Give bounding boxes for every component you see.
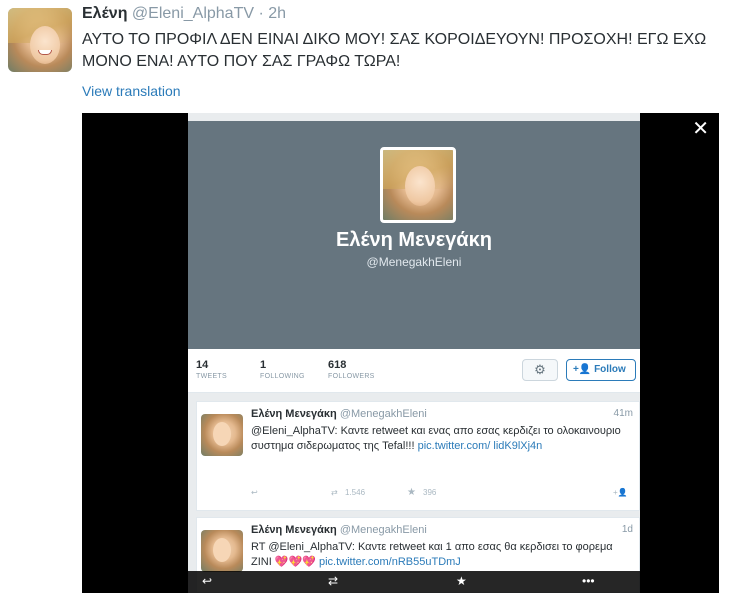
favorite-count: 396 bbox=[423, 488, 437, 497]
post-author-name: Ελένη Μενεγάκη bbox=[251, 408, 337, 420]
follow-icon: +👤 bbox=[613, 488, 628, 497]
media-viewer[interactable]: ✕ Ελένη Μενεγάκη @MenegakhEleni 14 TWEET… bbox=[82, 113, 719, 593]
stat-following-count: 1 bbox=[260, 359, 267, 371]
profile-name: Ελένη Μενεγάκη bbox=[336, 229, 492, 251]
author-avatar[interactable] bbox=[8, 8, 72, 72]
post-link: pic.twitter.com/nRB55uTDmJ bbox=[318, 556, 461, 568]
post-link: pic.twitter.com/ lidK9lXj4n bbox=[417, 440, 543, 452]
post-header: Ελένη Μενεγάκη @MenegakhEleni bbox=[251, 408, 427, 420]
screenshot-image: Ελένη Μενεγάκη @MenegakhEleni 14 TWEETS … bbox=[188, 113, 640, 593]
post-time: 41m bbox=[613, 408, 633, 419]
author-name[interactable]: Ελένη bbox=[82, 5, 127, 22]
tweet-text: ΑΥΤΟ ΤΟ ΠΡΟΦΙΛ ΔΕΝ ΕΙΝΑΙ ΔΙΚΟ ΜΟΥ! ΣΑΣ Κ… bbox=[82, 31, 707, 70]
stat-following: 1 FOLLOWING bbox=[260, 359, 305, 380]
view-translation-link[interactable]: View translation bbox=[82, 83, 181, 99]
post-avatar bbox=[201, 530, 243, 572]
post-avatar-face bbox=[213, 422, 231, 446]
profile-banner: Ελένη Μενεγάκη @MenegakhEleni bbox=[188, 121, 640, 349]
retweet-icon: ⇄ bbox=[328, 574, 339, 588]
stat-tweets: 14 TWEETS bbox=[196, 359, 227, 380]
stat-tweets-count: 14 bbox=[196, 359, 209, 371]
stat-followers-label: FOLLOWERS bbox=[328, 373, 375, 380]
close-icon[interactable]: ✕ bbox=[692, 119, 709, 139]
avatar-face bbox=[30, 26, 60, 64]
post-text: @Eleni_AlphaTV: Καντε retweet και ενας α… bbox=[251, 424, 631, 454]
post-avatar-face bbox=[213, 538, 231, 562]
star-icon: ★ bbox=[456, 574, 467, 588]
stat-following-label: FOLLOWING bbox=[260, 373, 305, 380]
tweet-time[interactable]: 2h bbox=[268, 5, 286, 22]
stat-tweets-label: TWEETS bbox=[196, 373, 227, 380]
profile-stats: 14 TWEETS 1 FOLLOWING 618 FOLLOWERS ⚙ +👤… bbox=[188, 349, 640, 393]
post-text: RT @Eleni_AlphaTV: Καντε retweet και 1 α… bbox=[251, 540, 631, 570]
post-author-name: Ελένη Μενεγάκη bbox=[251, 524, 337, 536]
profile-avatar bbox=[380, 147, 456, 223]
more-icon: ••• bbox=[582, 574, 595, 588]
post-author-handle: @MenegakhEleni bbox=[339, 524, 427, 536]
stat-followers-count: 618 bbox=[328, 359, 347, 371]
follow-button: +👤 Follow bbox=[566, 359, 636, 381]
post-header: Ελένη Μενεγάκη @MenegakhEleni bbox=[251, 524, 427, 536]
reply-icon: ↩ bbox=[251, 488, 258, 497]
star-icon: ★ bbox=[407, 487, 416, 498]
retweet-icon: ⇄ bbox=[331, 488, 338, 497]
retweet-count: 1.546 bbox=[345, 488, 366, 497]
post-time: 1d bbox=[621, 524, 633, 535]
tweet-header: Ελένη @Eleni_AlphaTV · 2h bbox=[82, 5, 286, 23]
stat-followers: 618 FOLLOWERS bbox=[328, 359, 375, 380]
author-handle[interactable]: @Eleni_AlphaTV bbox=[132, 5, 254, 22]
post-author-handle: @MenegakhEleni bbox=[339, 408, 427, 420]
follow-label: Follow bbox=[594, 364, 626, 375]
profile-handle: @MenegakhEleni bbox=[366, 255, 462, 269]
list-item: Ελένη Μενεγάκη @MenegakhEleni 41m @Eleni… bbox=[196, 401, 640, 511]
gear-icon: ⚙ bbox=[522, 359, 558, 381]
post-avatar bbox=[201, 414, 243, 456]
media-action-bar: ↩ ⇄ ★ ••• bbox=[188, 571, 640, 593]
reply-icon: ↩ bbox=[202, 574, 213, 588]
profile-avatar-face bbox=[405, 166, 435, 206]
add-user-icon: +👤 bbox=[573, 364, 592, 375]
separator: · bbox=[258, 5, 264, 22]
